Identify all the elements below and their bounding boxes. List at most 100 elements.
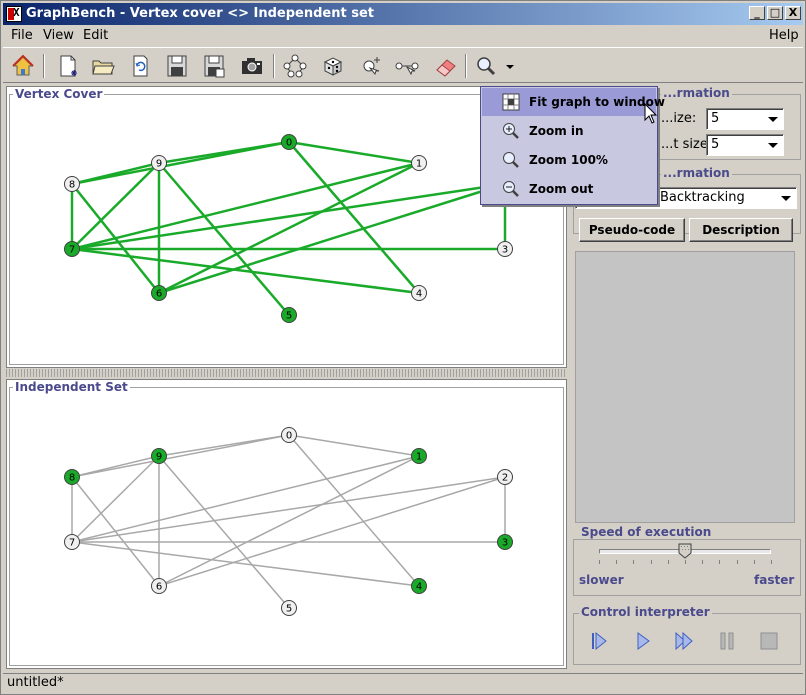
speed-slider-thumb[interactable] — [678, 543, 692, 559]
chevron-down-icon — [765, 137, 781, 153]
vertex-label: 6 — [156, 289, 162, 300]
graph-edge[interactable] — [71, 247, 420, 295]
dropdown-arrow-icon[interactable] — [497, 53, 514, 79]
graph-edge[interactable] — [71, 434, 290, 478]
graph-vertex-5[interactable]: 5 — [281, 600, 297, 616]
graph-edge[interactable] — [71, 182, 506, 251]
menu-item-zoom-in[interactable]: Zoom in — [482, 117, 656, 145]
speed-title: Speed of execution — [579, 525, 714, 539]
speed-ticks — [599, 560, 772, 566]
camera-icon[interactable] — [239, 53, 265, 79]
title-bar[interactable]: GraphBench - Vertex cover <> Independent… — [3, 3, 803, 25]
graph-edge[interactable] — [71, 161, 420, 251]
fast-forward-icon[interactable] — [674, 630, 694, 652]
graph-vertex-7[interactable]: 7 — [64, 241, 80, 257]
new-icon[interactable] — [55, 53, 81, 79]
menu-item-zoom-100[interactable]: Zoom 100% — [482, 146, 656, 174]
graph-edge[interactable] — [158, 476, 506, 587]
vertex-label: 7 — [69, 245, 75, 256]
random-graph-icon[interactable] — [319, 53, 345, 79]
zoom-in-icon — [502, 122, 520, 140]
maximize-button[interactable]: □ — [767, 6, 783, 20]
graph-vertex-4[interactable]: 4 — [411, 285, 427, 301]
menu-file[interactable]: File — [11, 28, 33, 43]
save-as-icon[interactable] — [201, 53, 227, 79]
add-edge-icon[interactable] — [394, 53, 420, 79]
graph-vertex-0[interactable]: 0 — [281, 427, 297, 443]
set-size-select[interactable]: 5 — [706, 134, 784, 156]
speed-tick — [736, 560, 738, 564]
play-icon[interactable] — [633, 630, 653, 652]
graph-vertex-6[interactable]: 6 — [151, 578, 167, 594]
graph-vertex-8[interactable]: 8 — [64, 176, 80, 192]
set-size-value: 5 — [711, 137, 720, 152]
vertex-label: 7 — [69, 538, 75, 549]
slower-label: slower — [579, 573, 624, 587]
step-icon[interactable] — [589, 630, 609, 652]
graph-layout-icon[interactable] — [282, 53, 308, 79]
refresh-icon[interactable] — [127, 53, 153, 79]
mouse-cursor-icon — [644, 102, 658, 125]
graph-vertex-9[interactable]: 9 — [151, 155, 167, 171]
graph-vertex-8[interactable]: 8 — [64, 469, 80, 485]
graph-vertex-6[interactable]: 6 — [151, 285, 167, 301]
graph-edge[interactable] — [288, 434, 420, 457]
eraser-icon[interactable] — [433, 53, 459, 79]
info-text-area[interactable] — [575, 251, 795, 523]
window-title: GraphBench - Vertex cover <> Independent… — [26, 6, 374, 21]
split-divider[interactable] — [6, 369, 567, 377]
chevron-down-icon — [778, 190, 794, 206]
graph-vertex-4[interactable]: 4 — [411, 578, 427, 594]
graph-vertex-1[interactable]: 1 — [411, 155, 427, 171]
graph-edge[interactable] — [158, 182, 506, 295]
speed-tick — [667, 560, 669, 564]
graph-edge[interactable] — [71, 455, 420, 543]
stop-icon[interactable] — [759, 630, 779, 652]
close-button[interactable]: X — [785, 6, 801, 20]
speed-tick — [702, 560, 704, 564]
vertex-label: 4 — [416, 289, 422, 300]
graph-vertex-3[interactable]: 3 — [497, 241, 513, 257]
add-vertex-icon[interactable] — [358, 53, 384, 79]
graph-edge[interactable] — [71, 476, 506, 543]
menu-item-fit-graph[interactable]: Fit graph to window — [482, 88, 665, 116]
toolbar — [3, 47, 803, 83]
vertex-label: 0 — [286, 431, 292, 442]
pseudo-code-button[interactable]: Pseudo-code — [579, 218, 685, 242]
status-text: untitled* — [7, 675, 64, 690]
independent-set-graph[interactable]: 0 1 2 3 4 5 6 7 8 9 — [7, 380, 568, 670]
graph-edge[interactable] — [288, 140, 420, 165]
menu-item-zoom-out[interactable]: Zoom out — [482, 175, 656, 203]
minimize-button[interactable]: _ — [749, 6, 765, 20]
menu-view[interactable]: View — [43, 28, 74, 43]
graph-edge[interactable] — [158, 455, 290, 609]
vertex-label: 8 — [69, 180, 75, 191]
menu-help[interactable]: Help — [769, 28, 799, 43]
graph-edge[interactable] — [71, 541, 420, 587]
open-icon[interactable] — [90, 53, 116, 79]
menu-edit[interactable]: Edit — [83, 28, 108, 43]
graph-vertex-7[interactable]: 7 — [64, 534, 80, 550]
zoom-out-icon — [502, 180, 520, 198]
pause-icon[interactable] — [717, 630, 737, 652]
graph-size-select[interactable]: 5 — [706, 108, 784, 130]
zoom-icon[interactable] — [473, 53, 499, 79]
save-icon[interactable] — [164, 53, 190, 79]
app-icon — [6, 6, 22, 22]
vertex-label: 1 — [416, 452, 422, 463]
graph-vertex-9[interactable]: 9 — [151, 448, 167, 464]
graph-edge[interactable] — [158, 455, 420, 587]
graph-edge[interactable] — [158, 161, 420, 295]
graph-vertex-5[interactable]: 5 — [281, 307, 297, 323]
graph-vertex-2[interactable]: 2 — [497, 469, 513, 485]
speed-tick — [599, 560, 600, 564]
description-button[interactable]: Description — [689, 218, 793, 242]
graph-vertex-0[interactable]: 0 — [281, 134, 297, 150]
vertex-label: 5 — [286, 604, 292, 615]
home-icon[interactable] — [10, 53, 36, 79]
graph-vertex-3[interactable]: 3 — [497, 534, 513, 550]
graph-vertex-1[interactable]: 1 — [411, 448, 427, 464]
vertex-label: 3 — [502, 538, 508, 549]
graph-edge[interactable] — [71, 140, 290, 186]
vertex-label: 8 — [69, 473, 75, 484]
